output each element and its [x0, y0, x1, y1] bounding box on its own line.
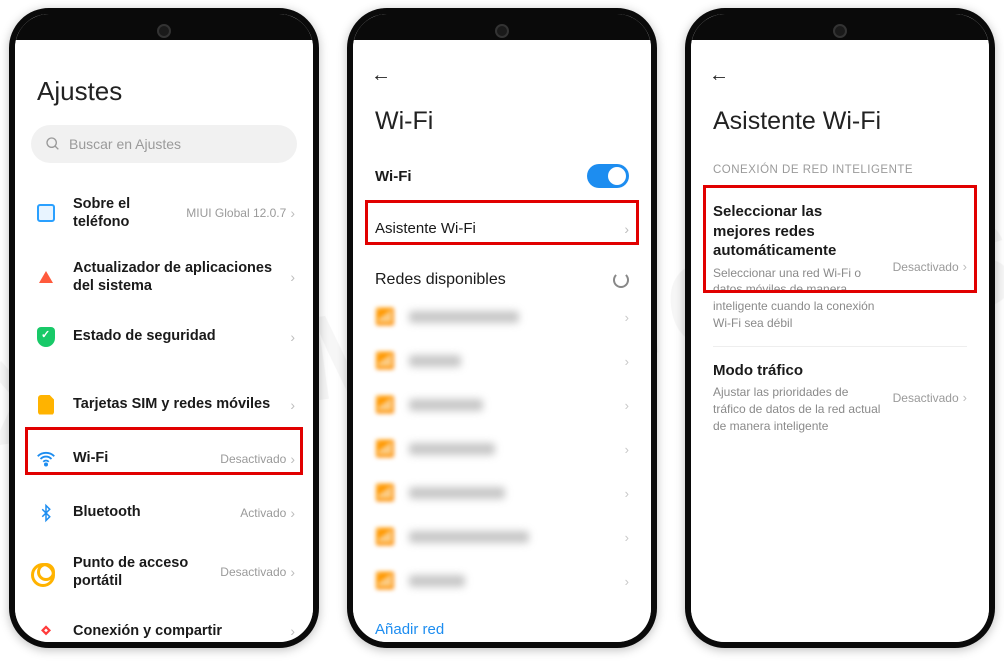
- row-label: Asistente Wi-Fi: [375, 220, 476, 237]
- row-label: Wi-Fi: [73, 449, 220, 467]
- row-wifi[interactable]: Wi-Fi Desactivado ›: [21, 432, 307, 486]
- phone-frame-settings: Ajustes Buscar en Ajustes Sobre el teléf…: [9, 8, 319, 648]
- chevron-right-icon: ›: [625, 398, 629, 413]
- network-row[interactable]: 📶›: [353, 559, 651, 603]
- bluetooth-icon: [37, 502, 55, 524]
- chevron-right-icon: ›: [624, 221, 629, 237]
- chevron-right-icon: ›: [625, 310, 629, 325]
- wifi-icon: 📶: [375, 527, 395, 547]
- chevron-right-icon: ›: [625, 530, 629, 545]
- row-security-status[interactable]: Estado de seguridad ›: [21, 310, 307, 364]
- row-label: Actualizador de aplicaciones del sistema: [73, 259, 290, 295]
- network-row[interactable]: 📶›: [353, 383, 651, 427]
- row-title: Modo tráfico: [713, 361, 881, 381]
- section-label: Redes disponibles: [375, 271, 506, 289]
- chevron-right-icon: ›: [625, 574, 629, 589]
- phone-frame-wifi-assistant: ← Asistente Wi-Fi CONEXIÓN DE RED INTELI…: [685, 8, 995, 648]
- chevron-right-icon: ›: [290, 269, 295, 285]
- row-wifi-assistant[interactable]: Asistente Wi-Fi ›: [353, 204, 651, 253]
- wifi-icon: 📶: [375, 395, 395, 415]
- chevron-right-icon: ›: [963, 259, 967, 274]
- page-title: Ajustes: [15, 48, 313, 125]
- row-state: Desactivado›: [893, 259, 967, 274]
- network-name-blurred: [409, 311, 519, 323]
- back-button[interactable]: ←: [709, 64, 729, 86]
- wifi-toggle-label: Wi-Fi: [375, 168, 412, 185]
- network-row[interactable]: 📶›: [353, 339, 651, 383]
- wifi-icon: [35, 448, 57, 470]
- row-description: Ajustar las prioridades de tráfico de da…: [713, 384, 881, 434]
- chevron-right-icon: ›: [290, 451, 295, 467]
- row-title: Seleccionar las mejores redes automática…: [713, 202, 881, 261]
- search-icon: [45, 136, 61, 152]
- share-icon: ⋄: [40, 620, 51, 641]
- row-value: Desactivado: [220, 565, 286, 579]
- chevron-right-icon: ›: [625, 486, 629, 501]
- sim-icon: [38, 395, 54, 415]
- wifi-toggle[interactable]: [587, 164, 629, 188]
- chevron-right-icon: ›: [963, 390, 967, 405]
- wifi-toggle-row[interactable]: Wi-Fi: [353, 158, 651, 204]
- page-title: Wi-Fi: [353, 95, 651, 158]
- chevron-right-icon: ›: [290, 564, 295, 580]
- row-hotspot[interactable]: Punto de acceso portátil Desactivado ›: [21, 540, 307, 604]
- network-name-blurred: [409, 355, 461, 367]
- add-network-link[interactable]: Añadir red: [353, 603, 651, 642]
- row-value: MIUI Global 12.0.7: [186, 206, 286, 220]
- update-icon: [39, 271, 53, 283]
- refresh-spinner-icon[interactable]: [613, 272, 629, 288]
- wifi-icon: 📶: [375, 439, 395, 459]
- chevron-right-icon: ›: [290, 623, 295, 639]
- hotspot-icon: [37, 563, 55, 581]
- row-value: Desactivado: [220, 452, 286, 466]
- row-bluetooth[interactable]: Bluetooth Activado ›: [21, 486, 307, 540]
- network-name-blurred: [409, 531, 529, 543]
- row-label: Sobre el teléfono: [73, 195, 186, 231]
- row-label: Tarjetas SIM y redes móviles: [73, 395, 290, 413]
- row-sim-cards[interactable]: Tarjetas SIM y redes móviles ›: [21, 378, 307, 432]
- network-name-blurred: [409, 399, 483, 411]
- settings-list: Sobre el teléfono MIUI Global 12.0.7 › A…: [15, 181, 313, 642]
- network-row[interactable]: 📶›: [353, 515, 651, 559]
- section-available-networks: Redes disponibles: [353, 253, 651, 295]
- chevron-right-icon: ›: [625, 354, 629, 369]
- network-name-blurred: [409, 575, 465, 587]
- chevron-right-icon: ›: [290, 329, 295, 345]
- network-list: 📶›📶›📶›📶›📶›📶›📶›: [353, 295, 651, 603]
- row-description: Seleccionar una red Wi-Fi o datos móvile…: [713, 265, 881, 332]
- wifi-icon: 📶: [375, 483, 395, 503]
- row-state: Desactivado›: [893, 390, 967, 405]
- row-label: Conexión y compartir: [73, 622, 290, 640]
- phone-frame-wifi: ← Wi-Fi Wi-Fi Asistente Wi-Fi › Redes di…: [347, 8, 657, 648]
- chevron-right-icon: ›: [290, 205, 295, 221]
- row-value: Activado: [240, 506, 286, 520]
- network-name-blurred: [409, 443, 495, 455]
- chevron-right-icon: ›: [290, 397, 295, 413]
- search-placeholder: Buscar en Ajustes: [69, 136, 181, 152]
- back-button[interactable]: ←: [371, 64, 391, 86]
- wifi-icon: 📶: [375, 307, 395, 327]
- network-row[interactable]: 📶›: [353, 295, 651, 339]
- row-label: Bluetooth: [73, 503, 240, 521]
- row-label: Estado de seguridad: [73, 327, 290, 345]
- row-connection-sharing[interactable]: ⋄ Conexión y compartir ›: [21, 604, 307, 642]
- row-traffic-mode[interactable]: Modo tráfico Ajustar las prioridades de …: [691, 347, 989, 449]
- wifi-icon: 📶: [375, 351, 395, 371]
- row-system-app-updater[interactable]: Actualizador de aplicaciones del sistema…: [21, 245, 307, 309]
- wifi-icon: 📶: [375, 571, 395, 591]
- page-title: Asistente Wi-Fi: [691, 95, 989, 158]
- row-auto-select-network[interactable]: Seleccionar las mejores redes automática…: [691, 188, 989, 346]
- section-caption: CONEXIÓN DE RED INTELIGENTE: [691, 158, 989, 188]
- device-icon: [37, 204, 55, 222]
- search-input[interactable]: Buscar en Ajustes: [31, 125, 297, 163]
- chevron-right-icon: ›: [625, 442, 629, 457]
- row-about-phone[interactable]: Sobre el teléfono MIUI Global 12.0.7 ›: [21, 181, 307, 245]
- row-label: Punto de acceso portátil: [73, 554, 220, 590]
- network-row[interactable]: 📶›: [353, 427, 651, 471]
- network-name-blurred: [409, 487, 505, 499]
- chevron-right-icon: ›: [290, 505, 295, 521]
- shield-icon: [37, 327, 55, 347]
- network-row[interactable]: 📶›: [353, 471, 651, 515]
